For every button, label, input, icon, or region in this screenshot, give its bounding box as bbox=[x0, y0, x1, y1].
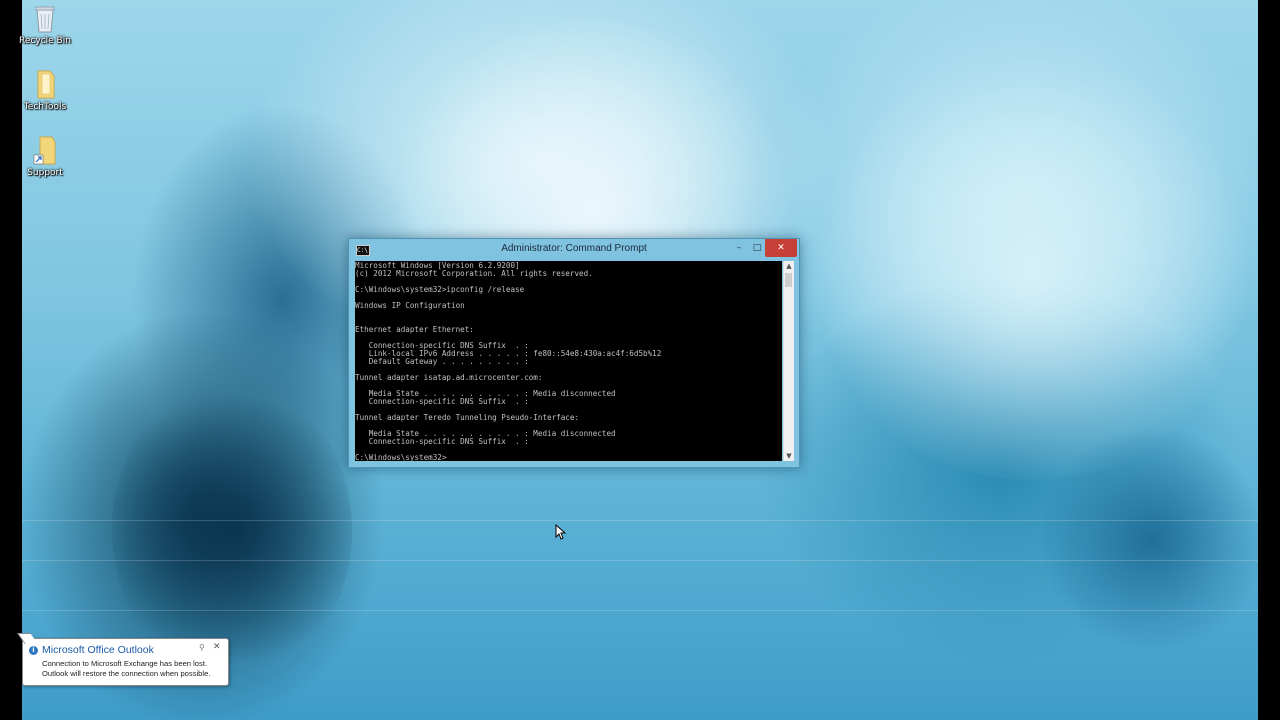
water-reflection-line bbox=[22, 520, 1258, 521]
desktop-icon-recycle-bin[interactable]: Recycle Bin bbox=[17, 4, 73, 47]
ice-shadow bbox=[1042, 420, 1258, 660]
notification-line-2: Outlook will restore the connection when… bbox=[42, 669, 211, 678]
console-output: Microsoft Windows [Version 6.2.9200] (c)… bbox=[355, 261, 662, 462]
notification-body: Connection to Microsoft Exchange has bee… bbox=[42, 659, 227, 679]
support-label: Support bbox=[27, 168, 63, 178]
vertical-scrollbar[interactable]: ▲ ▼ bbox=[783, 261, 794, 461]
desktop-icon-support[interactable]: Support bbox=[17, 134, 73, 179]
pin-icon[interactable]: ⚲ bbox=[199, 643, 205, 652]
desktop-icon-techtools[interactable]: TechTools bbox=[17, 68, 73, 113]
info-icon: i bbox=[29, 646, 38, 655]
maximize-button[interactable]: □ bbox=[749, 239, 765, 257]
folder-shortcut-icon bbox=[33, 136, 56, 165]
ice-highlight bbox=[802, 60, 1258, 480]
scroll-down-arrow-icon[interactable]: ▼ bbox=[784, 451, 794, 461]
command-prompt-window[interactable]: C:\ Administrator: Command Prompt – □ ✕ … bbox=[348, 238, 800, 468]
scrollbar-thumb[interactable] bbox=[785, 273, 792, 287]
window-titlebar[interactable]: C:\ Administrator: Command Prompt – □ ✕ bbox=[349, 239, 799, 261]
notification-line-1: Connection to Microsoft Exchange has bee… bbox=[42, 659, 208, 668]
folder-icon bbox=[37, 70, 55, 99]
ice-shadow bbox=[112, 380, 352, 680]
mouse-pointer-icon bbox=[555, 524, 567, 540]
outlook-notification[interactable]: i Microsoft Office Outlook ⚲ ✕ Connectio… bbox=[17, 633, 229, 686]
water-reflection-line bbox=[22, 560, 1258, 561]
techtools-label: TechTools bbox=[23, 102, 67, 112]
recycle-bin-label: Recycle Bin bbox=[19, 36, 71, 46]
scroll-up-arrow-icon[interactable]: ▲ bbox=[784, 261, 794, 271]
minimize-button[interactable]: – bbox=[731, 239, 747, 257]
water-reflection-line bbox=[22, 610, 1258, 611]
recycle-bin-icon bbox=[35, 6, 55, 33]
notification-title: Microsoft Office Outlook bbox=[42, 644, 154, 656]
console-area[interactable]: Microsoft Windows [Version 6.2.9200] (c)… bbox=[355, 261, 782, 461]
close-button[interactable]: ✕ bbox=[765, 239, 797, 257]
close-icon[interactable]: ✕ bbox=[213, 642, 221, 652]
